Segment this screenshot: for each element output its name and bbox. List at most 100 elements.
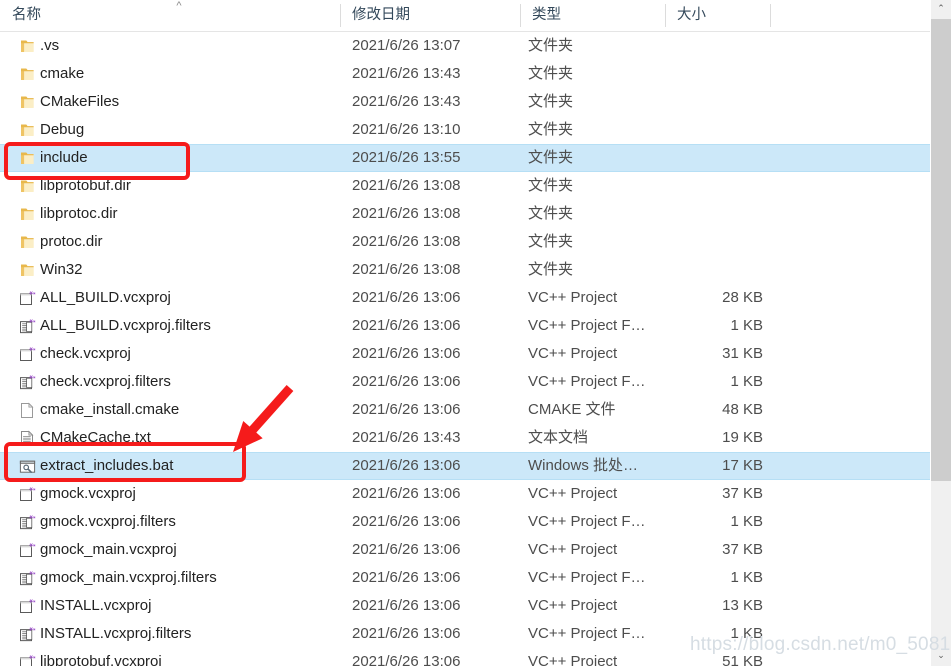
file-type-cell: 文件夹 xyxy=(528,233,574,250)
column-divider[interactable] xyxy=(520,4,521,27)
file-size-cell xyxy=(660,145,765,173)
file-list[interactable]: .vs 2021/6/26 13:07 文件夹 cmake 2021/6/26 13:4… xyxy=(0,32,930,666)
file-list-row[interactable]: cmake 2021/6/26 13:43 文件夹 xyxy=(0,60,930,88)
file-size-cell: 1 KB xyxy=(730,569,763,586)
file-size-cell: 37 KB xyxy=(722,485,763,502)
file-name-cell: Debug xyxy=(40,121,85,138)
file-type-cell: VC++ Project xyxy=(528,597,618,614)
file-name-cell: check.vcxproj.filters xyxy=(40,373,171,390)
file-list-row[interactable]: check.vcxproj.filters 2021/6/26 13:06 VC++… xyxy=(0,368,930,396)
file-list-row[interactable]: gmock_main.vcxproj.filters 2021/6/26 13:0… xyxy=(0,564,930,592)
date-modified-cell: 2021/6/26 13:06 xyxy=(352,317,461,334)
column-header-name[interactable]: 名称 ^ xyxy=(0,0,340,31)
file-list-row[interactable]: include 2021/6/26 13:55 文件夹 xyxy=(0,144,930,172)
file-size-cell: 31 KB xyxy=(722,345,763,362)
date-modified-cell: 2021/6/26 13:06 xyxy=(352,485,461,502)
file-size-cell xyxy=(660,88,765,116)
file-list-row[interactable]: ALL_BUILD.vcxproj.filters 2021/6/26 13:06… xyxy=(0,312,930,340)
file-name-cell: ALL_BUILD.vcxproj.filters xyxy=(40,317,211,334)
vertical-scrollbar[interactable]: ⌃ ⌄ xyxy=(930,0,951,666)
file-name-cell: cmake_install.cmake xyxy=(40,401,180,418)
file-name-cell: INSTALL.vcxproj xyxy=(40,597,152,614)
date-modified-cell: 2021/6/26 13:07 xyxy=(352,37,461,54)
sort-ascending-icon: ^ xyxy=(176,1,182,11)
file-name-cell: ALL_BUILD.vcxproj xyxy=(40,289,171,306)
file-list-row[interactable]: gmock_main.vcxproj 2021/6/26 13:06 VC++ Pr… xyxy=(0,536,930,564)
file-name-cell: protoc.dir xyxy=(40,233,103,250)
file-list-row[interactable]: INSTALL.vcxproj 2021/6/26 13:06 VC++ Proje… xyxy=(0,592,930,620)
column-header-name-label: 名称 xyxy=(12,7,41,23)
file-size-cell xyxy=(660,200,765,228)
file-name-cell: libprotobuf.dir xyxy=(40,177,131,194)
column-divider[interactable] xyxy=(665,4,666,27)
file-list-row[interactable]: extract_includes.bat 2021/6/26 13:06 Windo… xyxy=(0,452,930,480)
vcxproj-filters-icon xyxy=(18,513,37,532)
date-modified-cell: 2021/6/26 13:06 xyxy=(352,401,461,418)
file-size-cell xyxy=(660,228,765,256)
file-name-cell: libprotoc.dir xyxy=(40,205,118,222)
file-size-cell: 37 KB xyxy=(722,541,763,558)
vcxproj-icon xyxy=(18,653,37,666)
file-size-cell: 19 KB xyxy=(722,429,763,446)
file-type-cell: VC++ Project xyxy=(528,345,618,362)
file-list-row[interactable]: cmake_install.cmake 2021/6/26 13:06 CMAKE … xyxy=(0,396,930,424)
column-header-size-label: 大小 xyxy=(677,7,706,23)
date-modified-cell: 2021/6/26 13:06 xyxy=(352,653,461,666)
file-list-row[interactable]: ALL_BUILD.vcxproj 2021/6/26 13:06 VC++ Pro… xyxy=(0,284,930,312)
file-name-cell: Win32 xyxy=(40,261,83,278)
date-modified-cell: 2021/6/26 13:06 xyxy=(352,569,461,586)
vcxproj-filters-icon xyxy=(18,569,37,588)
file-type-cell: 文件夹 xyxy=(528,205,574,222)
folder-icon xyxy=(18,149,37,168)
file-size-cell: 1 KB xyxy=(730,373,763,390)
scrollbar-thumb[interactable] xyxy=(931,19,951,481)
file-list-row[interactable]: .vs 2021/6/26 13:07 文件夹 xyxy=(0,32,930,60)
file-list-row[interactable]: gmock.vcxproj.filters 2021/6/26 13:06 VC++… xyxy=(0,508,930,536)
column-header-row: 名称 ^ 修改日期 类型 大小 xyxy=(0,0,930,32)
file-list-row[interactable]: gmock.vcxproj 2021/6/26 13:06 VC++ Project… xyxy=(0,480,930,508)
file-type-cell: VC++ Project xyxy=(528,289,618,306)
vcxproj-icon xyxy=(18,597,37,616)
file-type-cell: VC++ Project F… xyxy=(528,317,646,334)
column-divider[interactable] xyxy=(340,4,341,27)
vcxproj-filters-icon xyxy=(18,373,37,392)
folder-icon xyxy=(18,37,37,56)
file-type-cell: 文件夹 xyxy=(528,149,574,166)
vcxproj-icon xyxy=(18,485,37,504)
vcxproj-filters-icon xyxy=(18,317,37,336)
file-name-cell: gmock_main.vcxproj.filters xyxy=(40,569,217,586)
file-list-row[interactable]: check.vcxproj 2021/6/26 13:06 VC++ Project… xyxy=(0,340,930,368)
folder-icon xyxy=(18,65,37,84)
column-header-type[interactable]: 类型 xyxy=(520,0,665,31)
watermark-text: https://blog.csdn.net/m0_50813692 xyxy=(690,634,951,655)
file-list-row[interactable]: libprotoc.dir 2021/6/26 13:08 文件夹 xyxy=(0,200,930,228)
column-header-spare[interactable] xyxy=(770,0,930,31)
column-header-type-label: 类型 xyxy=(532,7,561,23)
folder-icon xyxy=(18,261,37,280)
date-modified-cell: 2021/6/26 13:06 xyxy=(352,625,461,642)
column-header-size[interactable]: 大小 xyxy=(665,0,770,31)
date-modified-cell: 2021/6/26 13:08 xyxy=(352,233,461,250)
column-header-date-modified[interactable]: 修改日期 xyxy=(340,0,520,31)
scroll-up-icon[interactable]: ⌃ xyxy=(931,0,951,19)
batch-file-icon xyxy=(18,457,37,476)
file-list-row[interactable]: CMakeFiles 2021/6/26 13:43 文件夹 xyxy=(0,88,930,116)
folder-icon xyxy=(18,93,37,112)
file-list-row[interactable]: CMakeCache.txt 2021/6/26 13:43 文本文档 19 KB xyxy=(0,424,930,452)
file-type-cell: VC++ Project F… xyxy=(528,373,646,390)
file-type-cell: 文件夹 xyxy=(528,93,574,110)
date-modified-cell: 2021/6/26 13:08 xyxy=(352,261,461,278)
file-name-cell: INSTALL.vcxproj.filters xyxy=(40,625,192,642)
file-size-cell xyxy=(660,60,765,88)
file-size-cell: 13 KB xyxy=(722,597,763,614)
file-list-row[interactable]: protoc.dir 2021/6/26 13:08 文件夹 xyxy=(0,228,930,256)
file-list-row[interactable]: Debug 2021/6/26 13:10 文件夹 xyxy=(0,116,930,144)
column-divider[interactable] xyxy=(770,4,771,27)
file-list-row[interactable]: Win32 2021/6/26 13:08 文件夹 xyxy=(0,256,930,284)
column-header-date-label: 修改日期 xyxy=(352,7,410,23)
date-modified-cell: 2021/6/26 13:43 xyxy=(352,429,461,446)
file-size-cell: 1 KB xyxy=(730,513,763,530)
file-list-row[interactable]: libprotobuf.dir 2021/6/26 13:08 文件夹 xyxy=(0,172,930,200)
file-size-cell: 28 KB xyxy=(722,289,763,306)
folder-icon xyxy=(18,177,37,196)
